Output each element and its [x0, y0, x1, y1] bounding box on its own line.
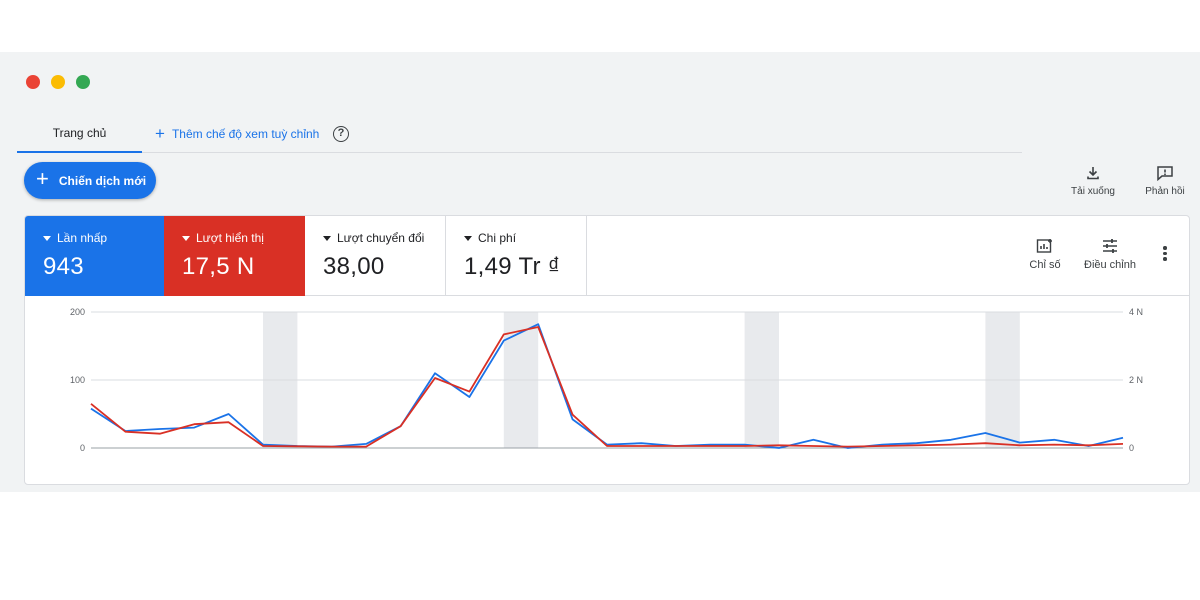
chart-add-icon [1036, 239, 1052, 253]
metric-conversions[interactable]: Lượt chuyển đổi 38,00 [305, 216, 446, 296]
dropdown-icon [43, 235, 51, 241]
new-campaign-label: Chiến dịch mới [58, 173, 147, 188]
metric-value: 943 [43, 253, 84, 280]
metric-impressions[interactable]: Lượt hiển thị 17,5 N [164, 216, 305, 296]
plus-icon: + [36, 166, 49, 191]
dropdown-icon [464, 235, 472, 241]
metric-value: 1,49 Tr ₫ [464, 253, 561, 280]
window-controls [26, 75, 90, 89]
metrics-label: Chỉ số [1029, 259, 1061, 271]
more-options-icon[interactable] [1159, 246, 1171, 266]
feedback-button[interactable]: Phản hồi [1140, 165, 1190, 197]
feedback-icon [1157, 166, 1173, 181]
y2-axis-tick-label: 4 N [1129, 307, 1143, 317]
y2-axis-tick-label: 2 N [1129, 375, 1143, 385]
clicks-series-line [90, 323, 1124, 449]
help-icon[interactable]: ? [333, 126, 349, 142]
download-button[interactable]: Tải xuống [1068, 165, 1118, 197]
metric-label: Lần nhấp [57, 231, 108, 245]
adjust-button[interactable]: Điều chỉnh [1078, 238, 1142, 271]
y2-axis-tick-label: 0 [1129, 443, 1134, 453]
close-window-button[interactable] [26, 75, 40, 89]
add-custom-view-tab[interactable]: + Thêm chế độ xem tuỳ chỉnh [155, 115, 319, 153]
tab-home[interactable]: Trang chủ [17, 115, 142, 153]
y-axis-tick-label: 0 [80, 443, 85, 453]
y-axis-tick-label: 100 [70, 375, 85, 385]
adjust-label: Điều chỉnh [1084, 259, 1136, 271]
plus-icon: + [155, 123, 165, 143]
view-tabs: Trang chủ + Thêm chế độ xem tuỳ chỉnh ? [17, 115, 1022, 153]
feedback-label: Phản hồi [1145, 186, 1185, 197]
app-window: Trang chủ + Thêm chế độ xem tuỳ chỉnh ? … [0, 52, 1200, 492]
line-chart: 200 4 N 100 2 N 0 0 [70, 307, 1143, 453]
metric-clicks[interactable]: Lần nhấp 943 [25, 216, 164, 296]
performance-card: Lần nhấp 943 Lượt hiển thị 17,5 N Lượt c… [24, 215, 1190, 485]
tune-icon [1103, 239, 1117, 253]
metric-label: Lượt hiển thị [196, 231, 264, 245]
metric-tiles: Lần nhấp 943 Lượt hiển thị 17,5 N Lượt c… [25, 216, 1189, 296]
performance-chart: 200 4 N 100 2 N 0 0 [25, 296, 1189, 484]
new-campaign-button[interactable]: + Chiến dịch mới [24, 162, 156, 199]
dropdown-icon [182, 235, 190, 241]
y-axis-tick-label: 200 [70, 307, 85, 317]
metric-label: Chi phí [478, 231, 517, 245]
metrics-button[interactable]: Chỉ số [1023, 238, 1067, 271]
metric-label: Lượt chuyển đổi [337, 231, 425, 245]
minimize-window-button[interactable] [51, 75, 65, 89]
download-label: Tải xuống [1071, 186, 1115, 197]
maximize-window-button[interactable] [76, 75, 90, 89]
metric-value: 17,5 N [182, 253, 255, 280]
dropdown-icon [323, 235, 331, 241]
add-custom-view-label: Thêm chế độ xem tuỳ chỉnh [171, 127, 320, 141]
download-icon [1087, 167, 1099, 180]
metric-cost[interactable]: Chi phí 1,49 Tr ₫ [446, 216, 587, 296]
metric-value: 38,00 [323, 253, 385, 280]
